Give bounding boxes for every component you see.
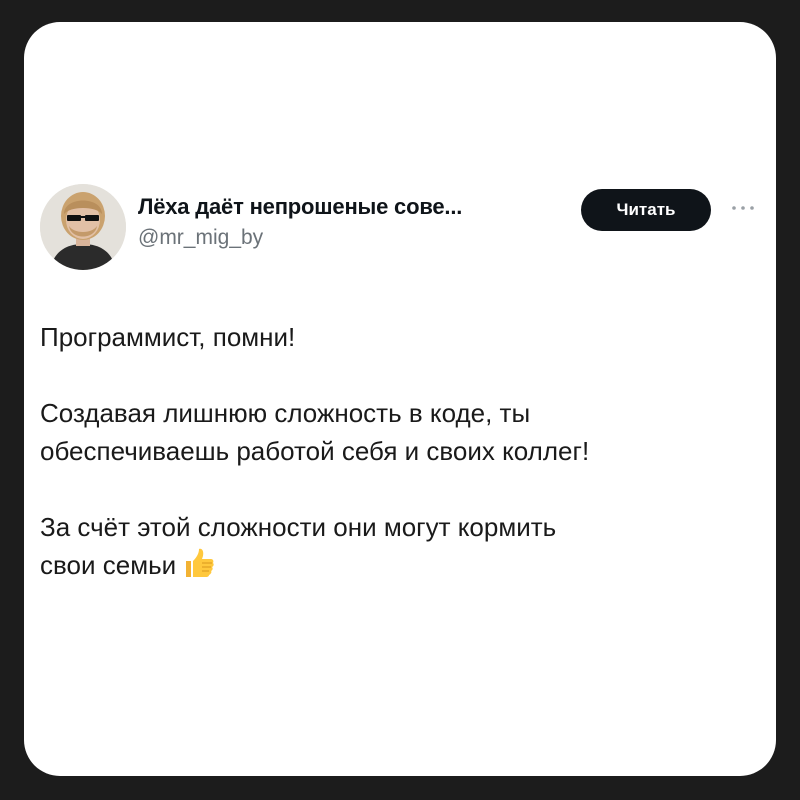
tweet-line: Создавая лишнюю сложность в коде, ты [40, 398, 531, 428]
more-dots-icon [732, 206, 754, 210]
tweet-card: Лёха даёт непрошеные сове... @mr_mig_by … [24, 22, 776, 776]
avatar[interactable] [40, 184, 126, 270]
avatar-icon [40, 184, 126, 270]
follow-button[interactable]: Читать [581, 189, 711, 231]
tweet-text: Программист, помни! Создавая лишнюю слож… [40, 318, 740, 590]
author-info: Лёха даёт непрошеные сове... @mr_mig_by [138, 194, 578, 250]
tweet-header: Лёха даёт непрошеные сове... @mr_mig_by … [40, 184, 760, 272]
tweet-line: обеспечиваешь работой себя и своих колле… [40, 436, 590, 466]
thumbs-up-icon [182, 546, 216, 590]
tweet-last-line: свои семьи [40, 546, 740, 590]
author-handle[interactable]: @mr_mig_by [138, 226, 578, 250]
author-display-name[interactable]: Лёха даёт непрошеные сове... [138, 194, 578, 220]
tweet-line: свои семьи [40, 550, 177, 580]
more-options-button[interactable] [728, 196, 758, 220]
tweet-line: За счёт этой сложности они могут кормить [40, 512, 557, 542]
tweet-line: Программист, помни! [40, 322, 296, 352]
